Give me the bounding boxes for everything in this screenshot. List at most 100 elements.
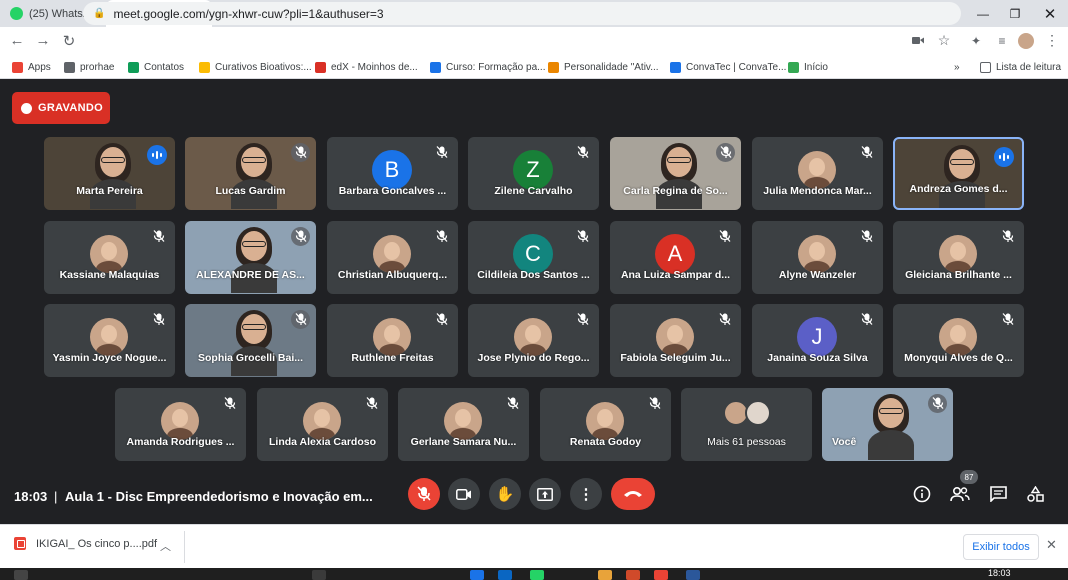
mic-muted-icon (860, 312, 874, 326)
bookmark-item[interactable]: Curso: Formação pa... (430, 59, 545, 75)
participant-tile[interactable]: C Cildileia Dos Santos ... (468, 221, 599, 294)
taskbar-app-icon[interactable] (654, 570, 668, 580)
participant-tile[interactable]: Fabiola Seleguim Ju... (610, 304, 741, 377)
participant-tile[interactable]: J Janaina Souza Silva (752, 304, 883, 377)
taskbar-app-icon[interactable] (312, 570, 326, 580)
raise-hand-button[interactable]: ✋ (489, 478, 521, 510)
participant-tile[interactable]: B Barbara Goncalves ... (327, 137, 458, 210)
participant-tile[interactable]: Gleiciana Brilhante ... (893, 221, 1024, 294)
taskbar-app-icon[interactable] (598, 570, 612, 580)
bookmark-item[interactable]: Curativos Bioativos:... (199, 59, 312, 75)
bookmark-item[interactable]: Personalidade "Ativ... (548, 59, 659, 75)
participant-tile[interactable]: Gerlane Samara Nu... (398, 388, 529, 461)
chevron-up-icon[interactable]: ︿ (160, 538, 171, 554)
participant-name: Cildileia Dos Santos ... (477, 269, 590, 281)
bookmark-item[interactable]: ConvaTec | ConvaTe... (670, 59, 786, 75)
participant-tile[interactable]: Christian Albuquerq... (327, 221, 458, 294)
bookmark-item[interactable]: prorhae (64, 59, 114, 75)
bookmark-item[interactable]: Apps (12, 59, 51, 75)
bookmarks-overflow-icon[interactable]: » (954, 59, 960, 75)
meeting-title[interactable]: Aula 1 - Disc Empreendedorismo e Inovaçã… (65, 489, 373, 504)
bookmark-favicon-icon (64, 61, 75, 73)
reload-icon[interactable]: ↻ (56, 27, 82, 54)
participant-name: Sophia Grocelli Bai... (197, 352, 304, 364)
more-options-button[interactable]: ⋮ (570, 478, 602, 510)
taskbar-app-icon[interactable] (470, 570, 484, 580)
menu-icon[interactable]: ⋮ (1042, 29, 1062, 52)
bookmarks-bar: Apps prorhae Contatos Curativos Bioativos:.… (0, 54, 1068, 79)
chat-icon (989, 486, 1007, 502)
taskbar-app-icon[interactable] (530, 570, 544, 580)
bookmark-item[interactable]: edX - Moinhos de... (315, 59, 418, 75)
participant-tile[interactable]: Carla Regina de So... (610, 137, 741, 210)
participant-tile[interactable]: Renata Godoy (540, 388, 671, 461)
meeting-details-button[interactable] (908, 480, 936, 508)
avatar-stack (723, 400, 773, 426)
chat-button[interactable] (984, 480, 1012, 508)
participant-name: Monyqui Alves de Q... (904, 352, 1013, 364)
mic-muted-icon (506, 396, 520, 410)
participant-tile[interactable]: Linda Alexia Cardoso (257, 388, 388, 461)
mic-off-icon (417, 486, 431, 501)
participant-tile[interactable]: Julia Mendonca Mar... (752, 137, 883, 210)
avatar (939, 235, 977, 273)
participant-tile[interactable]: A Ana Luiza Sampar d... (610, 221, 741, 294)
participant-tile[interactable]: Sophia Grocelli Bai... (185, 304, 316, 377)
participant-tile[interactable]: Marta Pereira (44, 137, 175, 210)
more-participants-tile[interactable]: Mais 61 pessoas (681, 388, 812, 461)
download-item[interactable]: IKIGAI_ Os cinco p....pdf (14, 537, 157, 550)
participant-tile[interactable]: Yasmin Joyce Nogue... (44, 304, 175, 377)
close-download-bar-icon[interactable]: ✕ (1046, 537, 1057, 553)
raise-hand-icon: ✋ (495, 486, 515, 503)
participant-tile[interactable]: Lucas Gardim (185, 137, 316, 210)
media-control-icon[interactable]: ≡ (992, 29, 1012, 52)
mic-muted-icon (648, 396, 662, 410)
extensions-icon[interactable]: ✦ (966, 29, 986, 52)
participant-tile[interactable]: Kassiane Malaquias (44, 221, 175, 294)
close-window-icon[interactable]: ✕ (1035, 0, 1065, 27)
taskbar-app-icon[interactable] (626, 570, 640, 580)
participant-tile[interactable]: Jose Plynio do Rego... (468, 304, 599, 377)
bookmark-item[interactable]: Início (788, 59, 828, 75)
present-screen-button[interactable] (529, 478, 561, 510)
mic-toggle-button[interactable] (408, 478, 440, 510)
info-icon (913, 485, 931, 503)
hang-up-icon (624, 491, 642, 497)
forward-icon[interactable]: → (30, 27, 56, 54)
meet-stage: GRAVANDO Marta Pereira Lucas Gardim B Barba… (0, 80, 1068, 524)
camera-icon[interactable] (908, 29, 928, 52)
back-icon[interactable]: ← (4, 27, 30, 54)
participant-tile[interactable]: Amanda Rodrigues ... (115, 388, 246, 461)
show-all-downloads-button[interactable]: Exibir todos (963, 534, 1039, 560)
reading-list-button[interactable]: Lista de leitura (980, 59, 1061, 75)
participant-tile[interactable]: Alyne Wanzeler (752, 221, 883, 294)
self-view-tile[interactable]: Você (822, 388, 953, 461)
bookmark-star-icon[interactable]: ☆ (934, 29, 954, 52)
mic-muted-icon (718, 312, 732, 326)
restore-icon[interactable]: ❐ (1000, 0, 1030, 27)
minimize-icon[interactable]: — (968, 0, 998, 27)
avatar (798, 151, 836, 189)
taskbar-app-icon[interactable] (498, 570, 512, 580)
avatar (939, 318, 977, 356)
participant-tile[interactable]: Andreza Gomes d... (893, 137, 1024, 210)
leave-call-button[interactable] (611, 478, 655, 510)
start-icon[interactable] (14, 570, 28, 580)
profile-avatar[interactable] (1016, 29, 1036, 52)
participant-tile[interactable]: Z Zilene Carvalho (468, 137, 599, 210)
recording-label: GRAVANDO (38, 102, 103, 114)
people-button[interactable] (946, 480, 974, 508)
participant-tile[interactable]: Ruthlene Freitas (327, 304, 458, 377)
avatar (444, 402, 482, 440)
address-bar[interactable]: 🔒 meet.google.com/ygn-xhwr-cuw?pli=1&aut… (83, 2, 961, 25)
taskbar-app-icon[interactable] (686, 570, 700, 580)
activities-button[interactable] (1021, 480, 1049, 508)
camera-toggle-button[interactable] (448, 478, 480, 510)
participant-name: Renata Godoy (569, 436, 642, 448)
participant-tile[interactable]: Monyqui Alves de Q... (893, 304, 1024, 377)
bookmark-item[interactable]: Contatos (128, 59, 184, 75)
mic-muted-icon (291, 310, 310, 329)
recording-dot-icon (21, 102, 32, 114)
bookmark-label: Contatos (144, 61, 185, 73)
participant-tile[interactable]: ALEXANDRE DE AS... (185, 221, 316, 294)
